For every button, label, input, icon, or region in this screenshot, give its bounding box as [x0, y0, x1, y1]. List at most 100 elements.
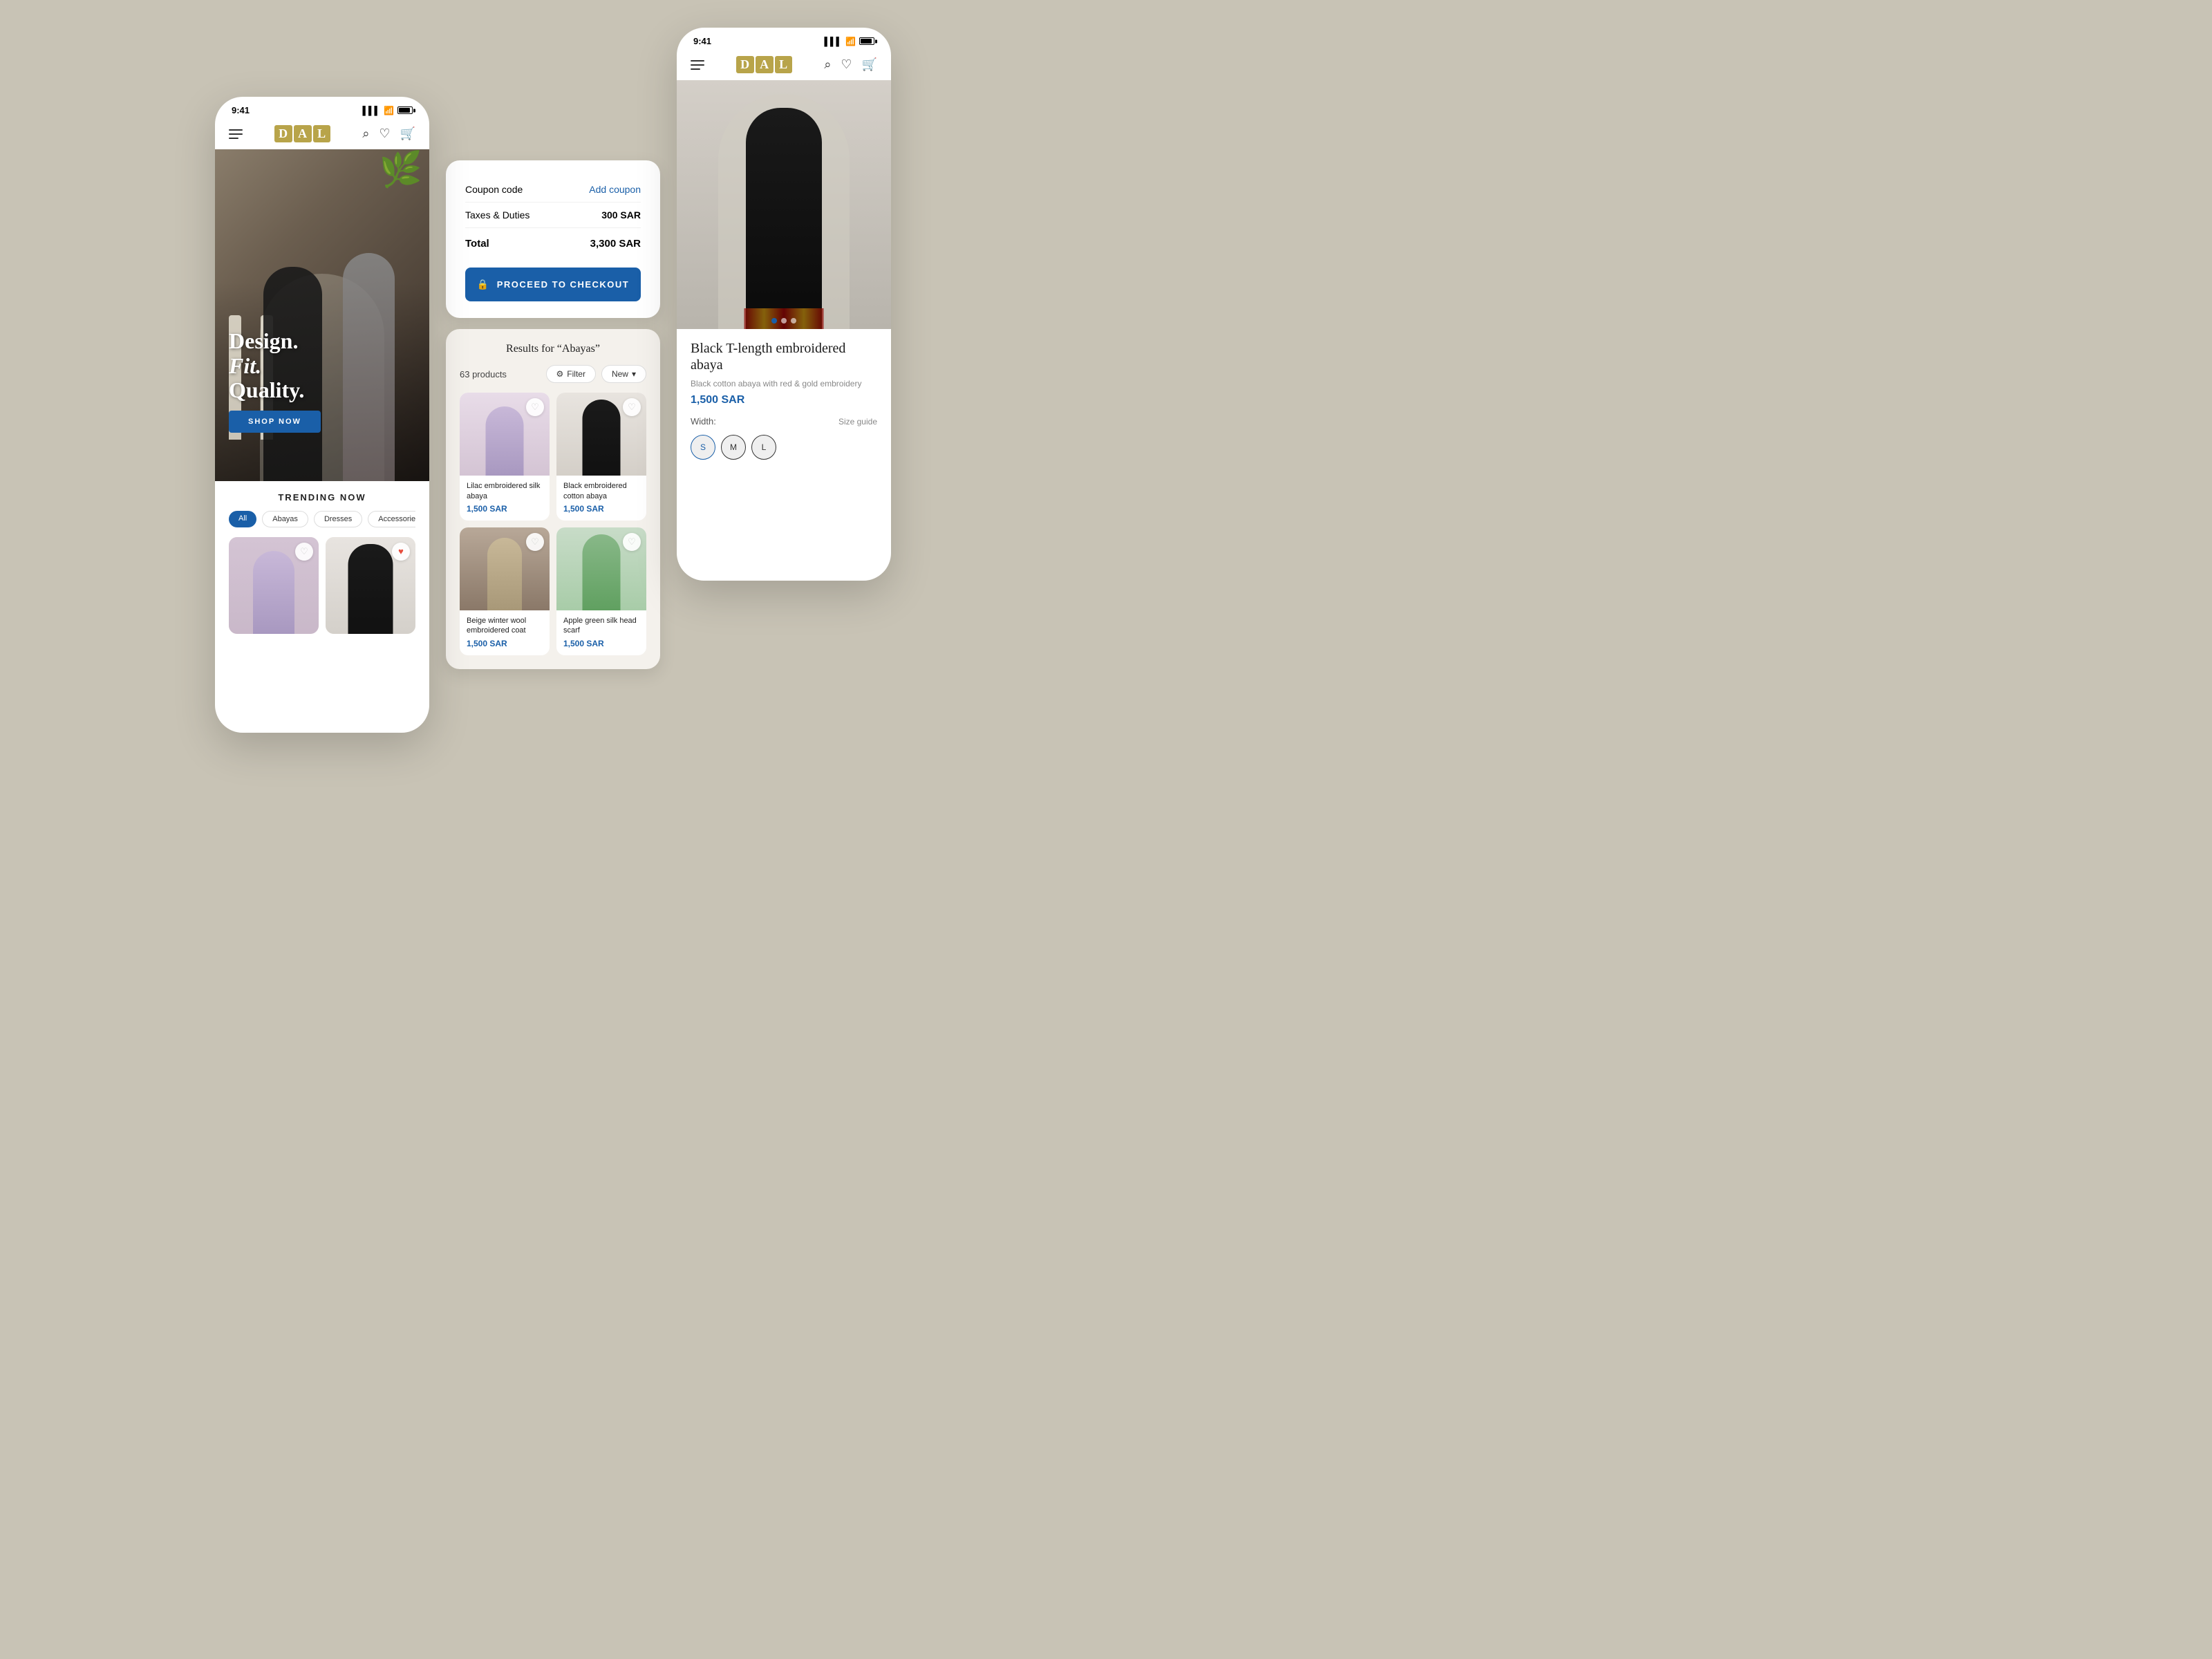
logo-3: D A L — [736, 56, 792, 73]
product-name-3: Apple green silk head scarf — [563, 616, 639, 636]
logo-a: A — [294, 125, 312, 142]
search-toolbar: 63 products ⚙ Filter New ▾ — [460, 365, 646, 383]
dot-3[interactable] — [791, 318, 796, 324]
wishlist-1[interactable]: ♡ — [623, 398, 641, 416]
product-img-2: ♡ — [460, 527, 550, 610]
logo-a-3: A — [756, 56, 774, 73]
pill-all[interactable]: All — [229, 511, 256, 527]
product-card-3[interactable]: ♡ Apple green silk head scarf 1,500 SAR — [556, 527, 646, 655]
wishlist-0[interactable]: ♡ — [526, 398, 544, 416]
product-detail-desc: Black cotton abaya with red & gold embro… — [691, 379, 877, 388]
time-1: 9:41 — [232, 105, 250, 115]
product-card-0[interactable]: ♡ Lilac embroidered silk abaya 1,500 SAR — [460, 393, 550, 521]
wishlist-3[interactable]: ♡ — [623, 533, 641, 551]
product-card-2[interactable]: ♡ Beige winter wool embroidered coat 1,5… — [460, 527, 550, 655]
size-m-button[interactable]: M — [721, 435, 746, 460]
trending-section: TRENDING NOW All Abayas Dresses Accessor… — [215, 481, 429, 645]
taxes-amount: 300 SAR — [601, 209, 641, 221]
wishlist-2[interactable]: ♡ — [526, 533, 544, 551]
search-header: Results for “Abayas” — [460, 343, 646, 355]
search-product-grid: ♡ Lilac embroidered silk abaya 1,500 SAR… — [460, 393, 646, 655]
menu-button[interactable] — [229, 129, 243, 139]
filter-icon: ⚙ — [556, 369, 564, 379]
product-img-1: ♡ — [556, 393, 646, 476]
nav-bar-3: D A L ⌕ ♡ 🛒 — [677, 50, 891, 80]
product-hero-image — [677, 80, 891, 329]
product-price-2: 1,500 SAR — [467, 639, 543, 648]
add-coupon-link[interactable]: Add coupon — [589, 184, 641, 195]
hero-line2: Fit. — [229, 353, 261, 378]
dot-1[interactable] — [771, 318, 777, 324]
product-img-3: ♡ — [556, 527, 646, 610]
wishlist-btn-1[interactable]: ♡ — [295, 543, 313, 561]
sort-button[interactable]: New ▾ — [601, 365, 646, 383]
wifi-icon-3: 📶 — [845, 37, 856, 46]
checkout-button[interactable]: 🔒 PROCEED TO CHECKOUT — [465, 268, 641, 301]
cart-section: Coupon code Add coupon Taxes & Duties 30… — [446, 160, 660, 318]
dot-2[interactable] — [781, 318, 787, 324]
phone-1: 9:41 ▌▌▌ 📶 D A L ⌕ ♡ 🛒 🌿 — [215, 97, 429, 733]
wishlist-icon-3[interactable]: ♡ — [841, 57, 852, 72]
product-price-0: 1,500 SAR — [467, 504, 543, 514]
phone-3: 9:41 ▌▌▌ 📶 D A L ⌕ ♡ 🛒 — [677, 28, 891, 581]
trending-title: TRENDING NOW — [229, 492, 415, 503]
total-row: Total 3,300 SAR — [465, 228, 641, 256]
shop-now-button[interactable]: SHOP NOW — [229, 411, 321, 433]
hero-text: Design. Fit. Quality. SHOP NOW — [229, 329, 321, 433]
product-card-1[interactable]: ♡ Black embroidered cotton abaya 1,500 S… — [556, 393, 646, 521]
battery-icon-3 — [859, 37, 874, 45]
pill-accessories[interactable]: Accessories — [368, 511, 415, 527]
size-l-button[interactable]: L — [751, 435, 776, 460]
product-price-3: 1,500 SAR — [563, 639, 639, 648]
category-pills: All Abayas Dresses Accessories — [229, 511, 415, 527]
logo-d: D — [274, 125, 292, 142]
product-detail-title: Black T-length embroidered abaya — [691, 340, 877, 373]
coupon-label: Coupon code — [465, 184, 523, 195]
product-info-2: Beige winter wool embroidered coat 1,500… — [460, 610, 550, 655]
product-count: 63 products — [460, 369, 507, 379]
cart-icon-3[interactable]: 🛒 — [862, 57, 877, 72]
product-name-1: Black embroidered cotton abaya — [563, 481, 639, 501]
logo-l: L — [313, 125, 330, 142]
size-s-button[interactable]: S — [691, 435, 715, 460]
menu-button-3[interactable] — [691, 60, 704, 70]
lock-icon: 🔒 — [477, 279, 490, 290]
product-name-2: Beige winter wool embroidered coat — [467, 616, 543, 636]
cart-icon[interactable]: 🛒 — [400, 126, 415, 141]
nav-bar-1: D A L ⌕ ♡ 🛒 — [215, 120, 429, 149]
nav-icons-3: ⌕ ♡ 🛒 — [824, 57, 877, 72]
coupon-row: Coupon code Add coupon — [465, 177, 641, 203]
trending-card-2[interactable]: ♥ — [326, 537, 415, 634]
search-icon[interactable]: ⌕ — [362, 126, 369, 141]
time-3: 9:41 — [693, 36, 711, 46]
status-bar-3: 9:41 ▌▌▌ 📶 — [677, 28, 891, 50]
nav-icons-1: ⌕ ♡ 🛒 — [362, 126, 415, 141]
size-guide-link[interactable]: Size guide — [838, 417, 877, 427]
trending-card-1[interactable]: ♡ — [229, 537, 319, 634]
wishlist-icon[interactable]: ♡ — [379, 126, 390, 141]
abaya-figure — [746, 108, 822, 329]
taxes-label: Taxes & Duties — [465, 209, 529, 221]
product-detail-price: 1,500 SAR — [691, 394, 877, 406]
logo-1: D A L — [274, 125, 330, 142]
pill-abayas[interactable]: Abayas — [262, 511, 308, 527]
battery-icon — [397, 106, 413, 114]
pill-dresses[interactable]: Dresses — [314, 511, 362, 527]
middle-panel: Coupon code Add coupon Taxes & Duties 30… — [446, 160, 660, 668]
taxes-row: Taxes & Duties 300 SAR — [465, 203, 641, 228]
size-section: Width: Size guide — [691, 416, 877, 427]
logo-l-3: L — [775, 56, 792, 73]
wifi-icon: 📶 — [384, 106, 394, 115]
chevron-down-icon: ▾ — [632, 369, 636, 379]
trending-products: ♡ ♥ — [229, 537, 415, 634]
hero-line1: Design. — [229, 328, 298, 353]
product-img-0: ♡ — [460, 393, 550, 476]
search-section: Results for “Abayas” 63 products ⚙ Filte… — [446, 329, 660, 668]
logo-d-3: D — [736, 56, 754, 73]
search-icon-3[interactable]: ⌕ — [824, 57, 831, 72]
hero-line3: Quality. — [229, 377, 304, 402]
wishlist-btn-2[interactable]: ♥ — [392, 543, 410, 561]
total-amount: 3,300 SAR — [590, 238, 641, 250]
product-info-1: Black embroidered cotton abaya 1,500 SAR — [556, 476, 646, 521]
filter-button[interactable]: ⚙ Filter — [546, 365, 596, 383]
